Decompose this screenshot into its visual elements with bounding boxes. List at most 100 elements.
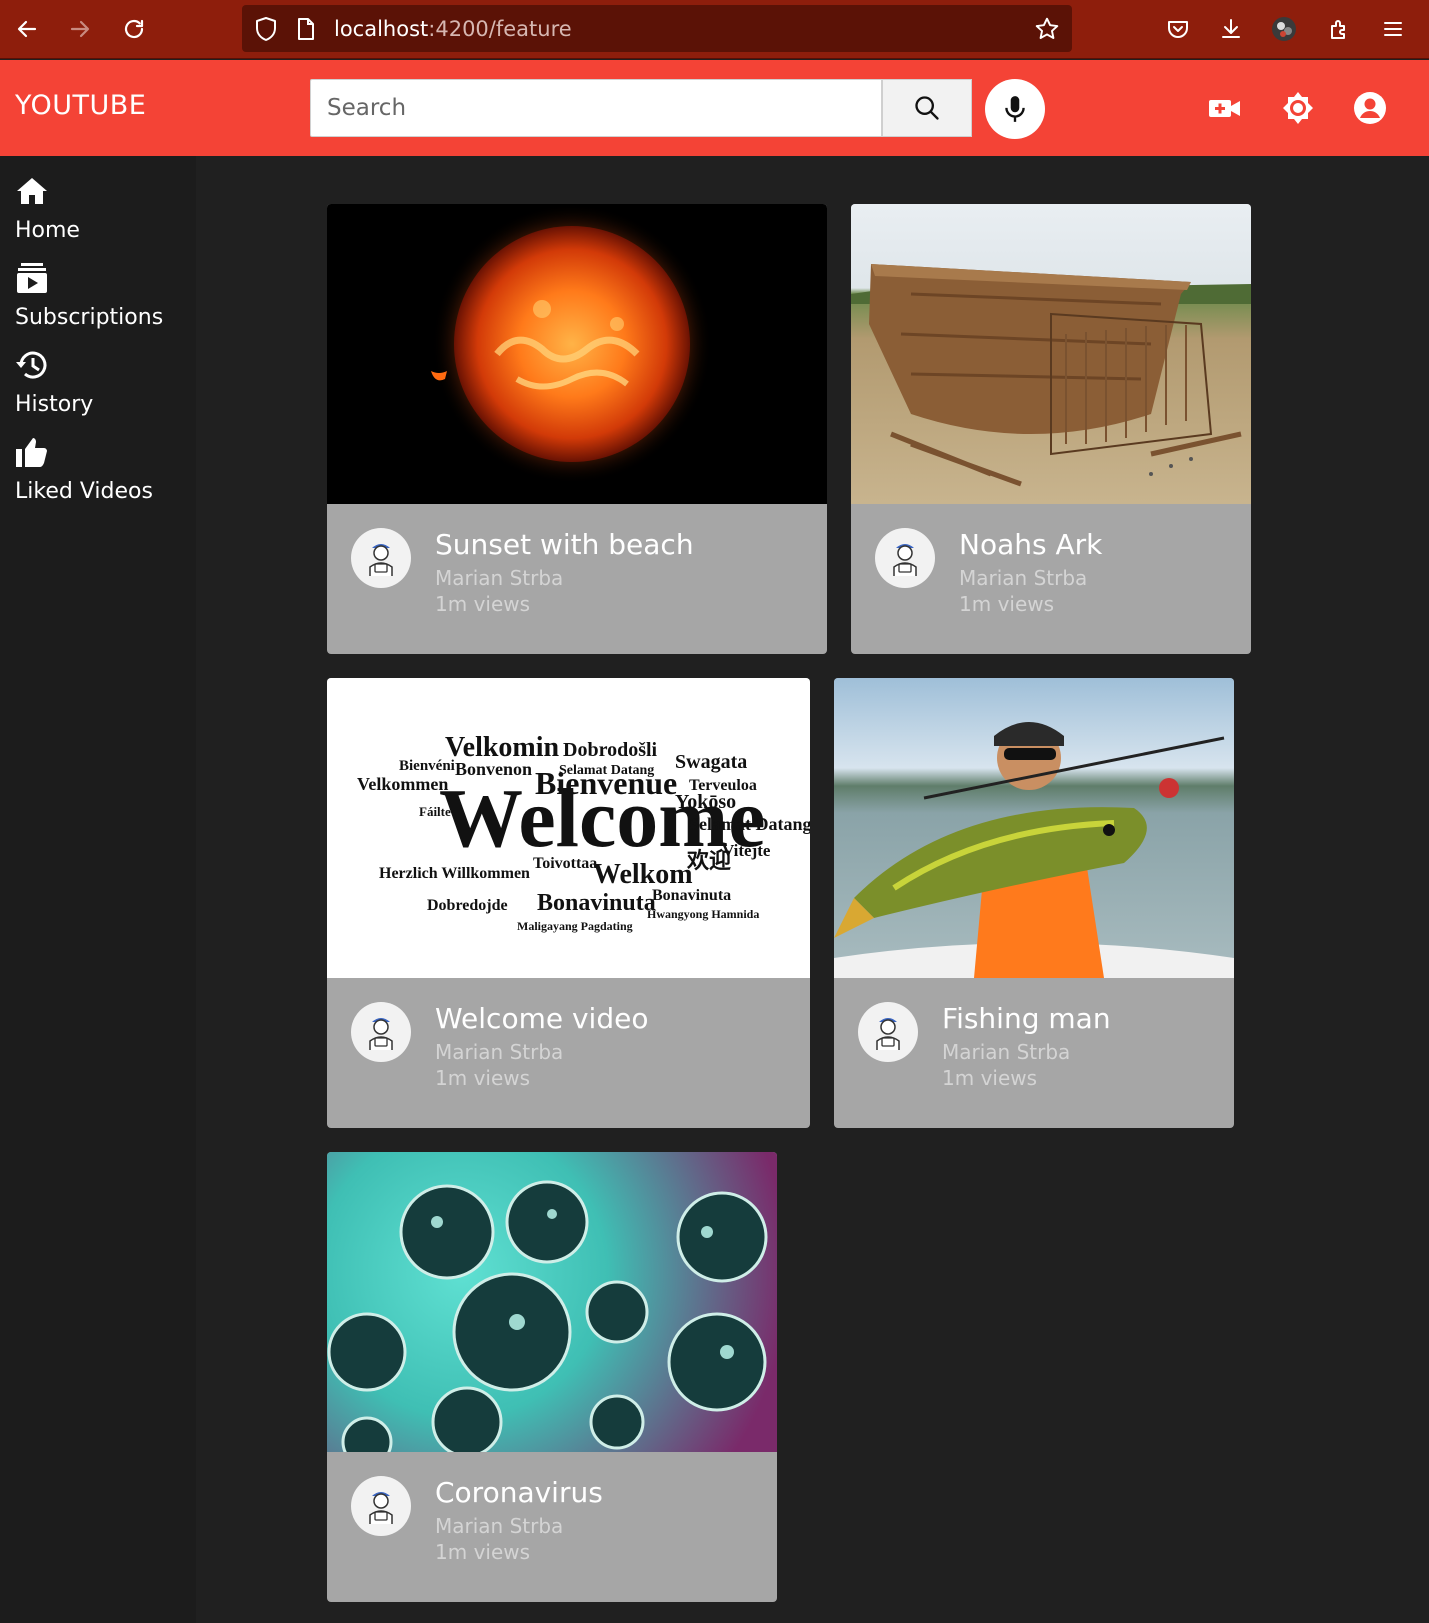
reload-icon xyxy=(124,19,144,39)
welcome-word-cloud-image: Welcome Velkomin Bienvenue Velkommen Dob… xyxy=(357,732,810,933)
video-card[interactable]: Welcome Velkomin Bienvenue Velkommen Dob… xyxy=(327,678,810,1128)
brightness-icon xyxy=(1283,92,1313,124)
developer-avatar-icon xyxy=(369,1018,393,1050)
account-button[interactable] xyxy=(1350,88,1390,128)
video-title[interactable]: Noahs Ark xyxy=(959,528,1102,561)
video-thumbnail[interactable] xyxy=(834,678,1234,978)
svg-text:Fáilte: Fáilte xyxy=(419,804,451,819)
video-card-info: Fishing man Marian Strba 1m views xyxy=(834,978,1234,1128)
video-thumbnail[interactable]: Welcome Velkomin Bienvenue Velkommen Dob… xyxy=(327,678,810,978)
video-thumbnail[interactable] xyxy=(851,204,1251,504)
video-thumbnail[interactable] xyxy=(327,204,827,504)
svg-text:Maligayang Pagdating: Maligayang Pagdating xyxy=(517,919,633,933)
thumb-up-icon xyxy=(16,438,47,467)
svg-text:Bienvéni: Bienvéni xyxy=(399,758,455,774)
video-card[interactable]: Sunset with beach Marian Strba 1m views xyxy=(327,204,827,654)
sun-image xyxy=(431,204,712,484)
sidebar-item-label: Home xyxy=(15,218,80,243)
download-icon[interactable] xyxy=(1214,12,1248,46)
svg-text:Velkommen: Velkommen xyxy=(357,774,448,794)
browser-toolbar: localhost:4200/feature xyxy=(0,0,1429,59)
voice-search-button[interactable] xyxy=(985,79,1045,139)
video-card-info: Noahs Ark Marian Strba 1m views xyxy=(851,504,1251,654)
brand-logo[interactable]: YOUTUBE xyxy=(15,90,146,121)
svg-text:Dobrodošli: Dobrodošli xyxy=(563,739,658,761)
video-title[interactable]: Fishing man xyxy=(942,1002,1111,1035)
profile-avatar-icon[interactable] xyxy=(1267,12,1301,46)
virus-image xyxy=(327,1180,768,1452)
svg-text:Terveuloa: Terveuloa xyxy=(689,777,757,794)
search-input[interactable] xyxy=(311,80,881,136)
channel-name[interactable]: Marian Strba xyxy=(942,1040,1070,1064)
view-count: 1m views xyxy=(959,592,1055,616)
reload-button[interactable] xyxy=(115,10,153,48)
channel-name[interactable]: Marian Strba xyxy=(435,1040,563,1064)
channel-name[interactable]: Marian Strba xyxy=(435,566,563,590)
svg-text:Yokōso: Yokōso xyxy=(675,791,736,813)
svg-text:Bonavinuta: Bonavinuta xyxy=(537,890,656,916)
back-arrow-icon xyxy=(17,20,37,38)
svg-text:Bonavinuta: Bonavinuta xyxy=(652,887,731,904)
sidebar-item-home[interactable]: Home xyxy=(15,162,195,244)
bookmark-star-icon[interactable] xyxy=(1034,16,1060,42)
svg-text:Hwangyong Hamnida: Hwangyong Hamnida xyxy=(647,907,759,921)
view-count: 1m views xyxy=(435,592,531,616)
back-button[interactable] xyxy=(8,10,46,48)
video-title[interactable]: Sunset with beach xyxy=(435,528,694,561)
svg-text:欢迎: 欢迎 xyxy=(686,848,731,873)
search-button[interactable] xyxy=(882,79,972,137)
video-card[interactable]: Fishing man Marian Strba 1m views xyxy=(834,678,1234,1128)
home-icon xyxy=(17,178,47,204)
video-card-info: Coronavirus Marian Strba 1m views xyxy=(327,1452,777,1602)
sidebar-item-label: Liked Videos xyxy=(15,479,153,504)
account-circle-icon xyxy=(1354,92,1386,124)
ark-image xyxy=(851,264,1251,487)
channel-name[interactable]: Marian Strba xyxy=(435,1514,563,1538)
svg-text:Dobredojde: Dobredojde xyxy=(427,897,508,914)
channel-name[interactable]: Marian Strba xyxy=(959,566,1087,590)
view-count: 1m views xyxy=(435,1066,531,1090)
video-title[interactable]: Coronavirus xyxy=(435,1476,603,1509)
pocket-icon[interactable] xyxy=(1161,12,1195,46)
video-card[interactable]: Noahs Ark Marian Strba 1m views xyxy=(851,204,1251,654)
channel-avatar[interactable] xyxy=(858,1002,918,1062)
svg-text:Selamat Datang: Selamat Datang xyxy=(559,763,654,778)
svg-text:Toivottaa: Toivottaa xyxy=(533,855,597,872)
app-header: YOUTUBE xyxy=(0,60,1429,156)
subscriptions-icon xyxy=(17,263,47,293)
address-bar[interactable]: localhost:4200/feature xyxy=(242,5,1072,52)
channel-avatar[interactable] xyxy=(351,528,411,588)
search-box[interactable] xyxy=(310,79,882,137)
developer-avatar-icon xyxy=(893,544,917,576)
svg-text:Herzlich Willkommen: Herzlich Willkommen xyxy=(379,865,530,882)
sidebar-item-label: Subscriptions xyxy=(15,305,164,330)
video-title[interactable]: Welcome video xyxy=(435,1002,648,1035)
sidebar-item-liked-videos[interactable]: Liked Videos xyxy=(15,423,195,505)
menu-icon[interactable] xyxy=(1376,12,1410,46)
channel-avatar[interactable] xyxy=(351,1476,411,1536)
extensions-icon[interactable] xyxy=(1322,12,1356,46)
sidebar-item-subscriptions[interactable]: Subscriptions xyxy=(15,249,195,331)
forward-arrow-icon xyxy=(70,20,90,38)
channel-avatar[interactable] xyxy=(351,1002,411,1062)
view-count: 1m views xyxy=(435,1540,531,1564)
url-text: localhost:4200/feature xyxy=(334,17,572,41)
developer-avatar-icon xyxy=(876,1018,900,1050)
microphone-icon xyxy=(1005,96,1025,122)
developer-avatar-icon xyxy=(369,1492,393,1524)
forward-button[interactable] xyxy=(61,10,99,48)
video-camera-add-icon xyxy=(1209,100,1240,117)
sidebar: Home Subscriptions History Liked Videos xyxy=(0,156,196,1623)
svg-text:Welkom: Welkom xyxy=(593,859,693,890)
shield-icon xyxy=(256,17,276,41)
video-thumbnail[interactable] xyxy=(327,1152,777,1452)
video-card[interactable]: Coronavirus Marian Strba 1m views xyxy=(327,1152,777,1602)
upload-video-button[interactable] xyxy=(1205,88,1245,128)
sidebar-item-history[interactable]: History xyxy=(15,336,195,418)
channel-avatar[interactable] xyxy=(875,528,935,588)
fishing-image xyxy=(834,722,1234,978)
search-icon xyxy=(915,96,939,120)
theme-toggle-button[interactable] xyxy=(1278,88,1318,128)
sidebar-item-label: History xyxy=(15,392,94,417)
svg-text:Bonvenon: Bonvenon xyxy=(455,759,532,779)
